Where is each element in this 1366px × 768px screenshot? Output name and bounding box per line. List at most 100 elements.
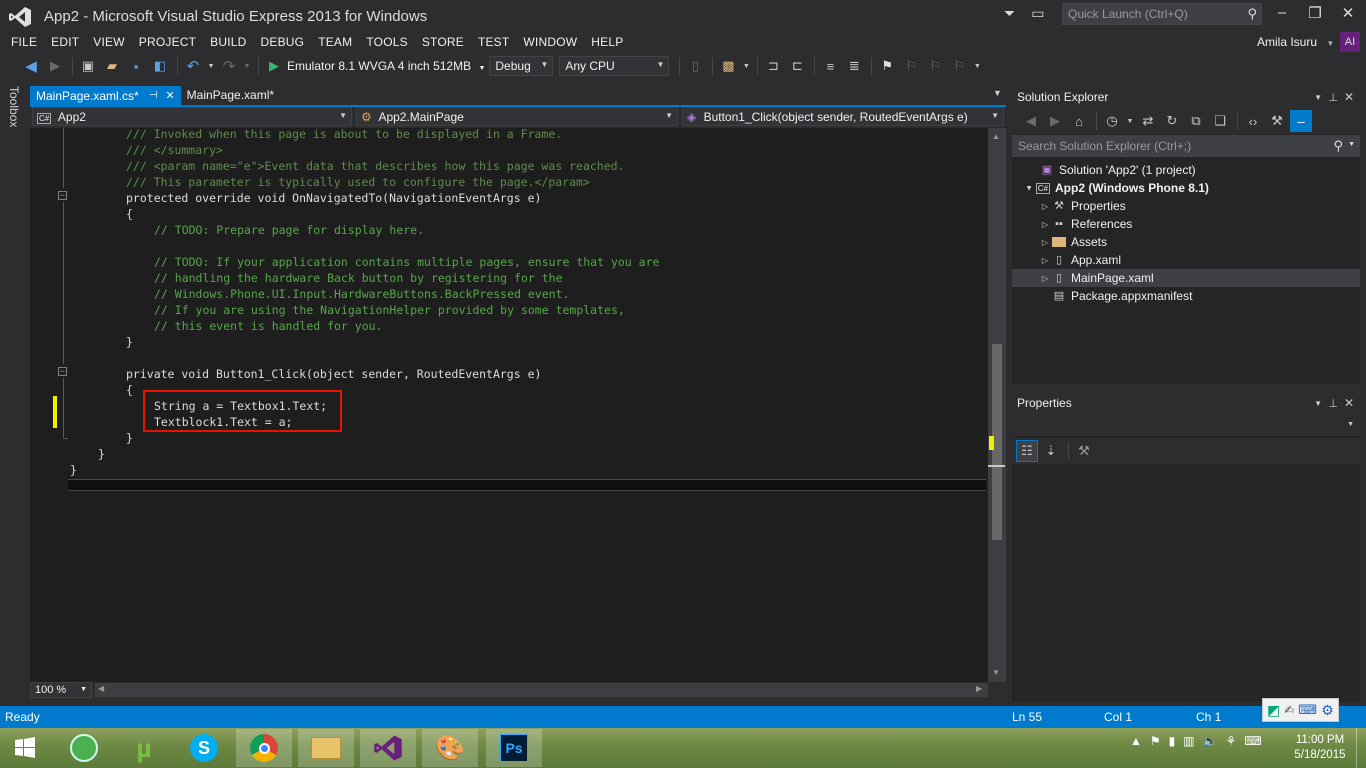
toolbar-dropdown-icon[interactable]: ▼ bbox=[741, 55, 751, 77]
back-icon[interactable]: ◀ bbox=[1020, 110, 1042, 132]
tab-list-dropdown-icon[interactable]: ▼ bbox=[993, 88, 1002, 98]
preview-icon[interactable]: – bbox=[1290, 110, 1312, 132]
clear-bookmarks-icon[interactable]: ⚐ bbox=[948, 55, 970, 77]
tree-item-properties[interactable]: ▷ ⚒ Properties bbox=[1012, 197, 1360, 215]
network-icon[interactable]: ▥ bbox=[1183, 734, 1194, 748]
step-over-icon[interactable]: ⊐ bbox=[762, 55, 784, 77]
filter-dropdown-icon[interactable]: ▼ bbox=[1125, 110, 1135, 132]
tree-item-project[interactable]: ▲ C# App2 (Windows Phone 8.1) bbox=[1012, 179, 1360, 197]
taskbar-clock[interactable]: 11:00 PM 5/18/2015 bbox=[1290, 733, 1350, 763]
collapse-icon[interactable]: − bbox=[58, 367, 67, 376]
close-icon[interactable]: ✕ bbox=[165, 89, 174, 102]
refresh-icon[interactable]: ↻ bbox=[1161, 110, 1183, 132]
collapsed-arrow-icon[interactable]: ▷ bbox=[1038, 274, 1052, 283]
undo-dropdown-icon[interactable]: ▼ bbox=[206, 55, 216, 77]
platform-select[interactable]: Any CPU ▼ bbox=[559, 56, 670, 76]
pin-icon[interactable]: ⊣ bbox=[149, 90, 158, 101]
redo-dropdown-icon[interactable]: ▼ bbox=[242, 55, 252, 77]
previous-bookmark-icon[interactable]: ⚐ bbox=[900, 55, 922, 77]
run-target-button[interactable]: Emulator 8.1 WVGA 4 inch 512MB ▼ bbox=[287, 59, 485, 73]
show-all-files-icon[interactable]: ❏ bbox=[1209, 110, 1231, 132]
panel-menu-icon[interactable]: ▼ bbox=[1314, 399, 1322, 408]
search-icon[interactable]: ⚲ bbox=[1333, 138, 1343, 154]
settings-gear-icon[interactable]: ⚙ bbox=[1321, 702, 1334, 719]
tree-item-app-xaml[interactable]: ▷ ▯ App.xaml bbox=[1012, 251, 1360, 269]
project-select[interactable]: C# App2 ▼ bbox=[32, 107, 352, 126]
pending-changes-filter-icon[interactable]: ◷ bbox=[1101, 110, 1123, 132]
zoom-select[interactable]: 100 % ▼ bbox=[30, 682, 92, 698]
menu-edit[interactable]: EDIT bbox=[51, 35, 79, 49]
properties-object-select[interactable]: ▼ bbox=[1012, 414, 1360, 436]
action-center-flag-icon[interactable]: ⚑ bbox=[1150, 734, 1161, 748]
open-file-icon[interactable]: ▰ bbox=[101, 55, 123, 77]
tree-item-references[interactable]: ▷ ▪▪ References bbox=[1012, 215, 1360, 233]
panel-menu-icon[interactable]: ▼ bbox=[1314, 93, 1322, 102]
toolbar-overflow-icon[interactable]: ▼ bbox=[972, 55, 982, 77]
close-icon[interactable]: ✕ bbox=[1344, 396, 1354, 410]
menu-window[interactable]: WINDOW bbox=[523, 35, 577, 49]
find-in-files-icon[interactable]: ▩ bbox=[717, 55, 739, 77]
power-icon[interactable]: ▮ bbox=[1169, 734, 1176, 748]
volume-icon[interactable]: 🔈 bbox=[1203, 734, 1218, 748]
tab-mainpage-xaml[interactable]: MainPage.xaml* bbox=[181, 86, 280, 105]
taskbar-utorrent[interactable]: µ bbox=[116, 729, 172, 767]
keyboard-icon[interactable]: ⌨ bbox=[1298, 702, 1317, 718]
wrench-icon[interactable]: ⚒ bbox=[1266, 110, 1288, 132]
menu-store[interactable]: STORE bbox=[422, 35, 464, 49]
scroll-up-icon[interactable]: ▲ bbox=[992, 132, 1000, 141]
uncomment-icon[interactable]: ≣ bbox=[843, 55, 865, 77]
start-button[interactable] bbox=[0, 729, 50, 767]
class-select[interactable]: ⚙ App2.MainPage ▼ bbox=[356, 107, 678, 126]
collapsed-arrow-icon[interactable]: ▷ bbox=[1038, 220, 1052, 229]
tree-item-assets[interactable]: ▷ Assets bbox=[1012, 233, 1360, 251]
horizontal-scrollbar[interactable] bbox=[95, 683, 988, 697]
collapsed-arrow-icon[interactable]: ▷ bbox=[1038, 238, 1052, 247]
show-hidden-icons-icon[interactable]: ▲ bbox=[1130, 734, 1142, 748]
handwriting-icon[interactable]: ✍ bbox=[1284, 703, 1294, 717]
collapse-all-icon[interactable]: ⧉ bbox=[1185, 110, 1207, 132]
tab-mainpage-xaml-cs[interactable]: MainPage.xaml.cs* ⊣ ✕ bbox=[30, 86, 181, 105]
tree-item-mainpage-xaml[interactable]: ▷ ▯ MainPage.xaml bbox=[1012, 269, 1360, 287]
menu-team[interactable]: TEAM bbox=[318, 35, 352, 49]
categorized-icon[interactable]: ☷ bbox=[1016, 440, 1038, 462]
toolbox-tab[interactable]: Toolbox bbox=[7, 86, 21, 127]
expanded-arrow-icon[interactable]: ▲ bbox=[1022, 184, 1036, 193]
bookmark-icon[interactable]: ⚑ bbox=[876, 55, 898, 77]
language-icon[interactable]: ⚘ bbox=[1226, 734, 1237, 748]
taskbar-chrome[interactable] bbox=[236, 729, 292, 767]
tree-item-package-manifest[interactable]: ▤ Package.appxmanifest bbox=[1012, 287, 1360, 305]
scroll-down-icon[interactable]: ▼ bbox=[992, 668, 1000, 677]
avatar[interactable]: AI bbox=[1340, 32, 1360, 52]
start-debugging-icon[interactable]: ▶ bbox=[263, 55, 285, 77]
show-desktop-button[interactable] bbox=[1356, 728, 1366, 768]
configuration-select[interactable]: Debug ▼ bbox=[489, 56, 554, 76]
chevron-down-icon[interactable]: ▼ bbox=[478, 65, 485, 72]
view-code-icon[interactable]: ‹› bbox=[1242, 110, 1264, 132]
device-icon[interactable]: ▯ bbox=[684, 55, 706, 77]
collapsed-arrow-icon[interactable]: ▷ bbox=[1038, 256, 1052, 265]
keyboard-icon[interactable]: ⌨ bbox=[1244, 734, 1261, 748]
collapsed-arrow-icon[interactable]: ▷ bbox=[1038, 202, 1052, 211]
taskbar-skype[interactable]: S bbox=[176, 729, 232, 767]
forward-icon[interactable]: ▶ bbox=[1044, 110, 1066, 132]
redo-icon[interactable]: ↷ bbox=[218, 55, 240, 77]
restore-button[interactable]: ❐ bbox=[1300, 4, 1330, 26]
solution-search-input[interactable]: Search Solution Explorer (Ctrl+;) ⚲ ▼ bbox=[1012, 135, 1360, 157]
menu-project[interactable]: PROJECT bbox=[139, 35, 196, 49]
language-bar-icon[interactable]: ◩ bbox=[1267, 702, 1280, 719]
close-icon[interactable]: ✕ bbox=[1344, 90, 1354, 104]
member-select[interactable]: ◈ Button1_Click(object sender, RoutedEve… bbox=[682, 107, 1004, 126]
back-icon[interactable]: ◀ bbox=[20, 55, 42, 77]
minimize-button[interactable]: – bbox=[1267, 4, 1297, 26]
taskbar-internet-download-manager[interactable] bbox=[56, 729, 112, 767]
quick-launch-input[interactable]: Quick Launch (Ctrl+Q) ⚲ bbox=[1062, 3, 1262, 25]
search-icon[interactable]: ⚲ bbox=[1247, 6, 1257, 22]
menu-help[interactable]: HELP bbox=[591, 35, 623, 49]
feedback-icon[interactable]: ▭ bbox=[1031, 5, 1044, 22]
home-icon[interactable]: ⌂ bbox=[1068, 110, 1090, 132]
taskbar-paint[interactable]: 🎨 bbox=[422, 729, 478, 767]
collapse-icon[interactable]: − bbox=[58, 191, 67, 200]
filter-icon[interactable]: ⏷ bbox=[1004, 5, 1015, 22]
comment-icon[interactable]: ≡ bbox=[819, 55, 841, 77]
taskbar-visual-studio[interactable] bbox=[360, 729, 416, 767]
